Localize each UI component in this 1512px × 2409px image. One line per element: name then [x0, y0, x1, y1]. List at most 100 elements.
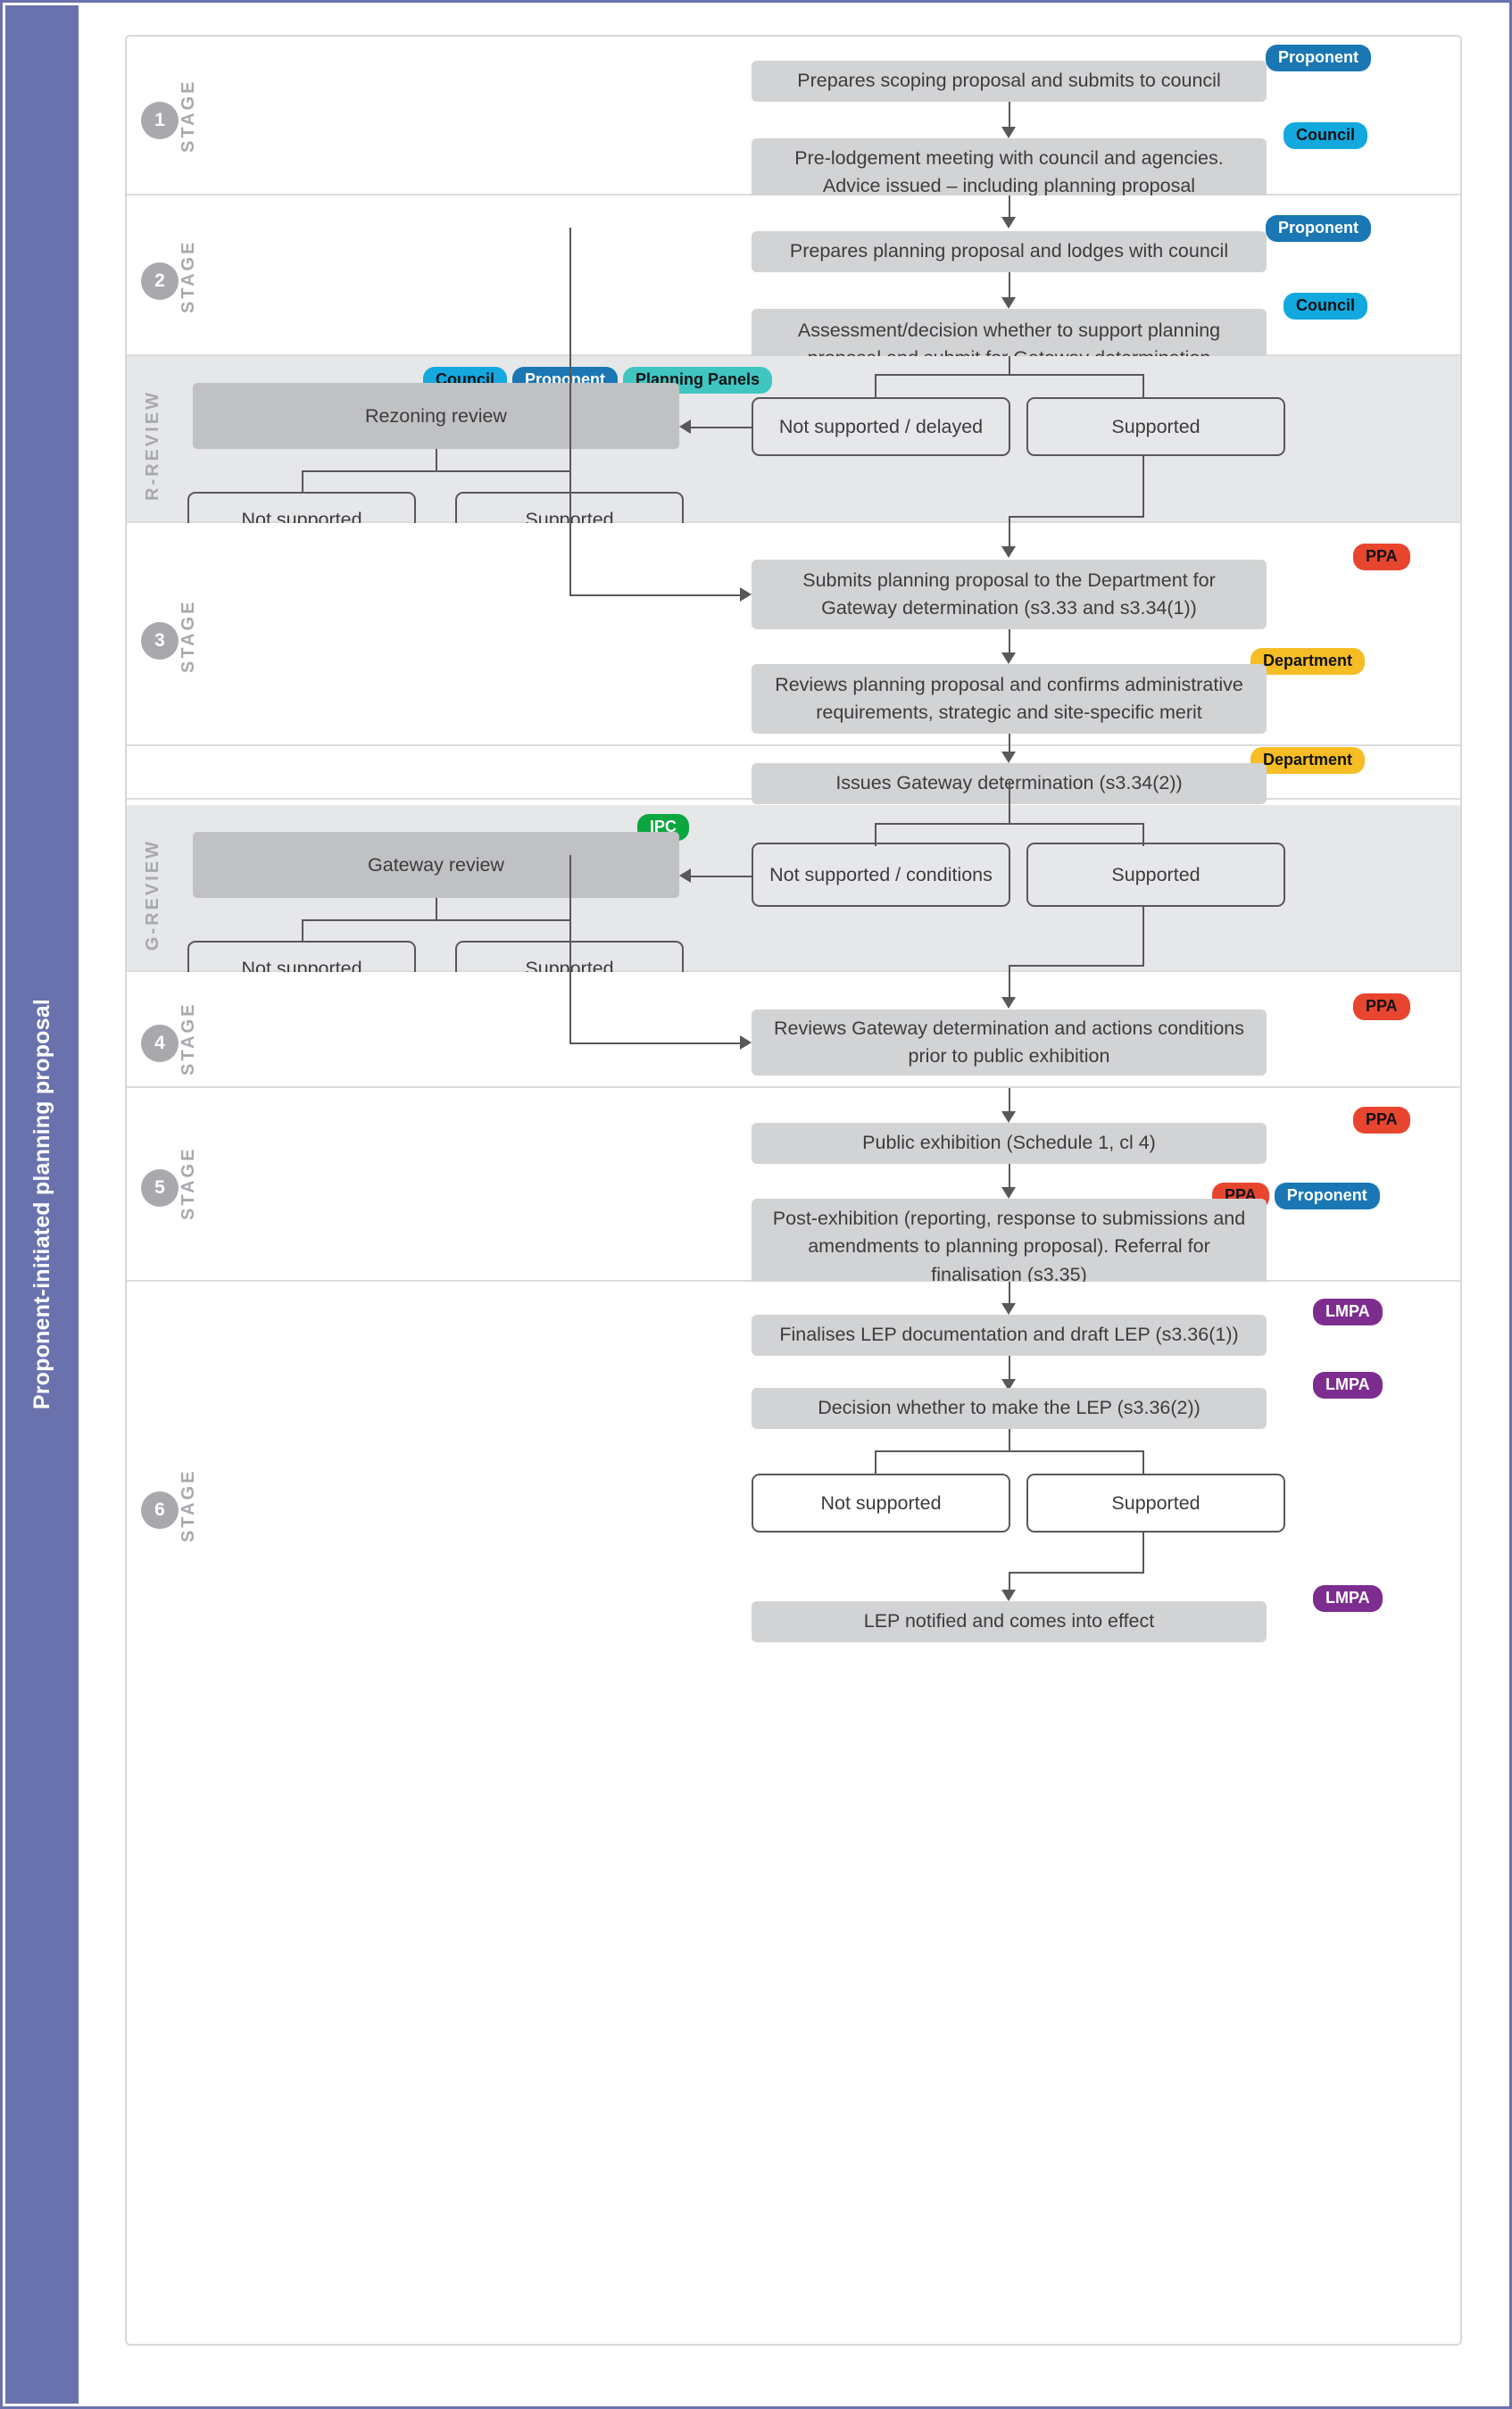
badge-lmpa: LMPA: [1313, 1585, 1383, 1612]
connector-s2-v0: [1009, 195, 1010, 219]
band-g-review: G-REVIEW IPC Gateway review Not supporte…: [127, 781, 1460, 996]
stage5-box-post-exhibition: Post-exhibition (reporting, response to …: [752, 1199, 1267, 1295]
greview-supported-box: Supported: [1026, 843, 1285, 907]
connector-rr-out-stem: [436, 449, 437, 470]
stage6-outcome-supported: Supported: [1026, 1474, 1285, 1533]
badge-proponent: Proponent: [1266, 45, 1371, 71]
stage-word-4: STAGE: [179, 1001, 198, 1076]
stage1-box-scoping-proposal: Prepares scoping proposal and submits to…: [752, 61, 1267, 102]
g-review-label: G-REVIEW: [143, 839, 162, 951]
connector-rr-supported-join: [1009, 516, 1010, 523]
arrow-s1-1: [1001, 127, 1016, 138]
badge-row-s1b1: Proponent: [1266, 45, 1371, 71]
stage3-box-submit-to-department: Submits planning proposal to the Departm…: [752, 560, 1267, 629]
badge-department: Department: [1250, 648, 1366, 675]
connector-rr-into: [691, 427, 752, 428]
connector-gr-out-supported-h: [569, 1043, 740, 1044]
gateway-review-box: Gateway review: [193, 832, 679, 898]
stage-word-6: STAGE: [179, 1468, 198, 1543]
badge-row-s5b1: PPA: [1353, 1107, 1410, 1134]
stage-number-4: 4: [141, 1025, 179, 1062]
connector-rr-right: [1142, 374, 1144, 397]
connector-rr-out-left: [302, 470, 303, 492]
connector-s6-v1: [1009, 1356, 1010, 1381]
badge-row-s3b1: PPA: [1353, 544, 1410, 570]
band-stage-1: 1 STAGE Proponent Prepares scoping propo…: [127, 37, 1460, 235]
band-stage-2: 2 STAGE Proponent Prepares planning prop…: [127, 195, 1460, 380]
band-stage-4: 4 STAGE PPA Reviews Gateway determinatio…: [127, 855, 1460, 1088]
connector-gr-out-hbar: [302, 919, 569, 921]
badge-row-s3b3: Department: [1250, 747, 1366, 774]
badge-council: Council: [1284, 293, 1367, 320]
arrow-s2-1: [1001, 297, 1016, 309]
stage-label-4: 4 STAGE: [141, 984, 199, 1093]
stage4-box-reviews-gateway: Reviews Gateway determination and action…: [752, 1009, 1267, 1076]
connector-s6-final-join: [1009, 1572, 1010, 1591]
connector-rr-out-supported-h: [569, 594, 740, 596]
connector-s3-v2: [1009, 734, 1010, 753]
rreview-not-supported-delayed-box: Not supported / delayed: [752, 397, 1010, 456]
connector-s6-v0: [1009, 1282, 1010, 1305]
badge-ppa: PPA: [1353, 544, 1410, 570]
connector-s2-v1: [1009, 272, 1010, 299]
connector-s6-split-right: [1142, 1450, 1144, 1474]
band-r-review: R-REVIEW Council Proponent Planning Pane…: [127, 356, 1460, 547]
connector-s1-v1: [1009, 102, 1010, 129]
badge-row-s4b1: PPA: [1353, 993, 1410, 1020]
stage3-box-reviews-proposal: Reviews planning proposal and confirms a…: [752, 664, 1267, 734]
sidebar-title: Proponent-initiated planning proposal: [29, 999, 54, 1410]
arrow-s3-0: [1001, 546, 1016, 558]
r-review-label: R-REVIEW: [143, 390, 162, 501]
stage-label-5: 5 STAGE: [141, 1129, 199, 1238]
badge-ppa: PPA: [1353, 1107, 1410, 1134]
connector-s3-v0: [1009, 523, 1010, 548]
arrow-s3-1: [1001, 652, 1016, 664]
diagram-frame: Proponent-initiated planning proposal 1 …: [0, 0, 1512, 2409]
connector-gr-out-left: [302, 919, 303, 941]
connector-rr-out-hbar: [302, 470, 569, 472]
badge-proponent: Proponent: [1274, 1183, 1380, 1209]
sidebar: Proponent-initiated planning proposal: [5, 5, 79, 2404]
arrow-s5-0: [1001, 1111, 1016, 1123]
band-stage-5: 5 STAGE PPA Public exhibition (Schedule …: [127, 1088, 1460, 1295]
arrow-s6-0: [1001, 1303, 1016, 1315]
badge-ppa: PPA: [1353, 993, 1410, 1020]
connector-s4-v0: [1009, 972, 1010, 999]
connector-s6-final-down: [1142, 1533, 1144, 1572]
arrow-s3-2: [1001, 752, 1016, 763]
rreview-supported-box: Supported: [1026, 397, 1285, 456]
badge-row-s2b1: Proponent: [1266, 215, 1371, 242]
connector-s5-v0: [1009, 1088, 1010, 1113]
arrow-gr-into: [679, 868, 691, 883]
stage-label-2: 2 STAGE: [141, 222, 199, 331]
connector-s6-final-h: [1009, 1572, 1144, 1574]
stage6-box-decision-make-lep: Decision whether to make the LEP (s3.36(…: [752, 1388, 1267, 1429]
connector-s6-split-stem: [1009, 1429, 1010, 1450]
arrow-s6-final: [1001, 1590, 1016, 1601]
stage6-box-lep-notified: LEP notified and comes into effect: [752, 1601, 1267, 1642]
stage2-box-prepare-proposal: Prepares planning proposal and lodges wi…: [752, 231, 1267, 272]
stage-word-2: STAGE: [179, 239, 198, 314]
stage6-outcome-not-supported: Not supported: [752, 1474, 1010, 1533]
badge-row-s6b2: LMPA: [1313, 1372, 1383, 1399]
badge-row-s6b3: LMPA: [1313, 1585, 1383, 1612]
arrow-s4-from-greview: [740, 1034, 752, 1050]
connector-gr-into: [691, 876, 752, 877]
connector-gr-stem: [1009, 781, 1010, 823]
rezoning-review-box: Rezoning review: [193, 383, 679, 449]
connector-gr-supported-down: [1142, 907, 1144, 965]
badge-row-s3b2: Department: [1250, 648, 1366, 675]
connector-rr-left: [875, 374, 876, 397]
connector-s6-split-hbar: [875, 1450, 1142, 1452]
stage-number-3: 3: [141, 622, 179, 660]
connector-rr-out-supported-down: [569, 228, 571, 594]
stage-label-1: 1 STAGE: [141, 62, 199, 170]
connector-gr-supported-h: [1009, 965, 1144, 967]
stage-label-6: 6 STAGE: [141, 1451, 199, 1560]
connector-s5-v1: [1009, 1164, 1010, 1189]
stage-number-1: 1: [141, 102, 179, 139]
connector-rr-supported-down: [1142, 456, 1144, 516]
connector-s6-split-left: [875, 1450, 876, 1474]
stage5-box-public-exhibition: Public exhibition (Schedule 1, cl 4): [752, 1123, 1267, 1164]
stage-number-6: 6: [141, 1491, 179, 1529]
